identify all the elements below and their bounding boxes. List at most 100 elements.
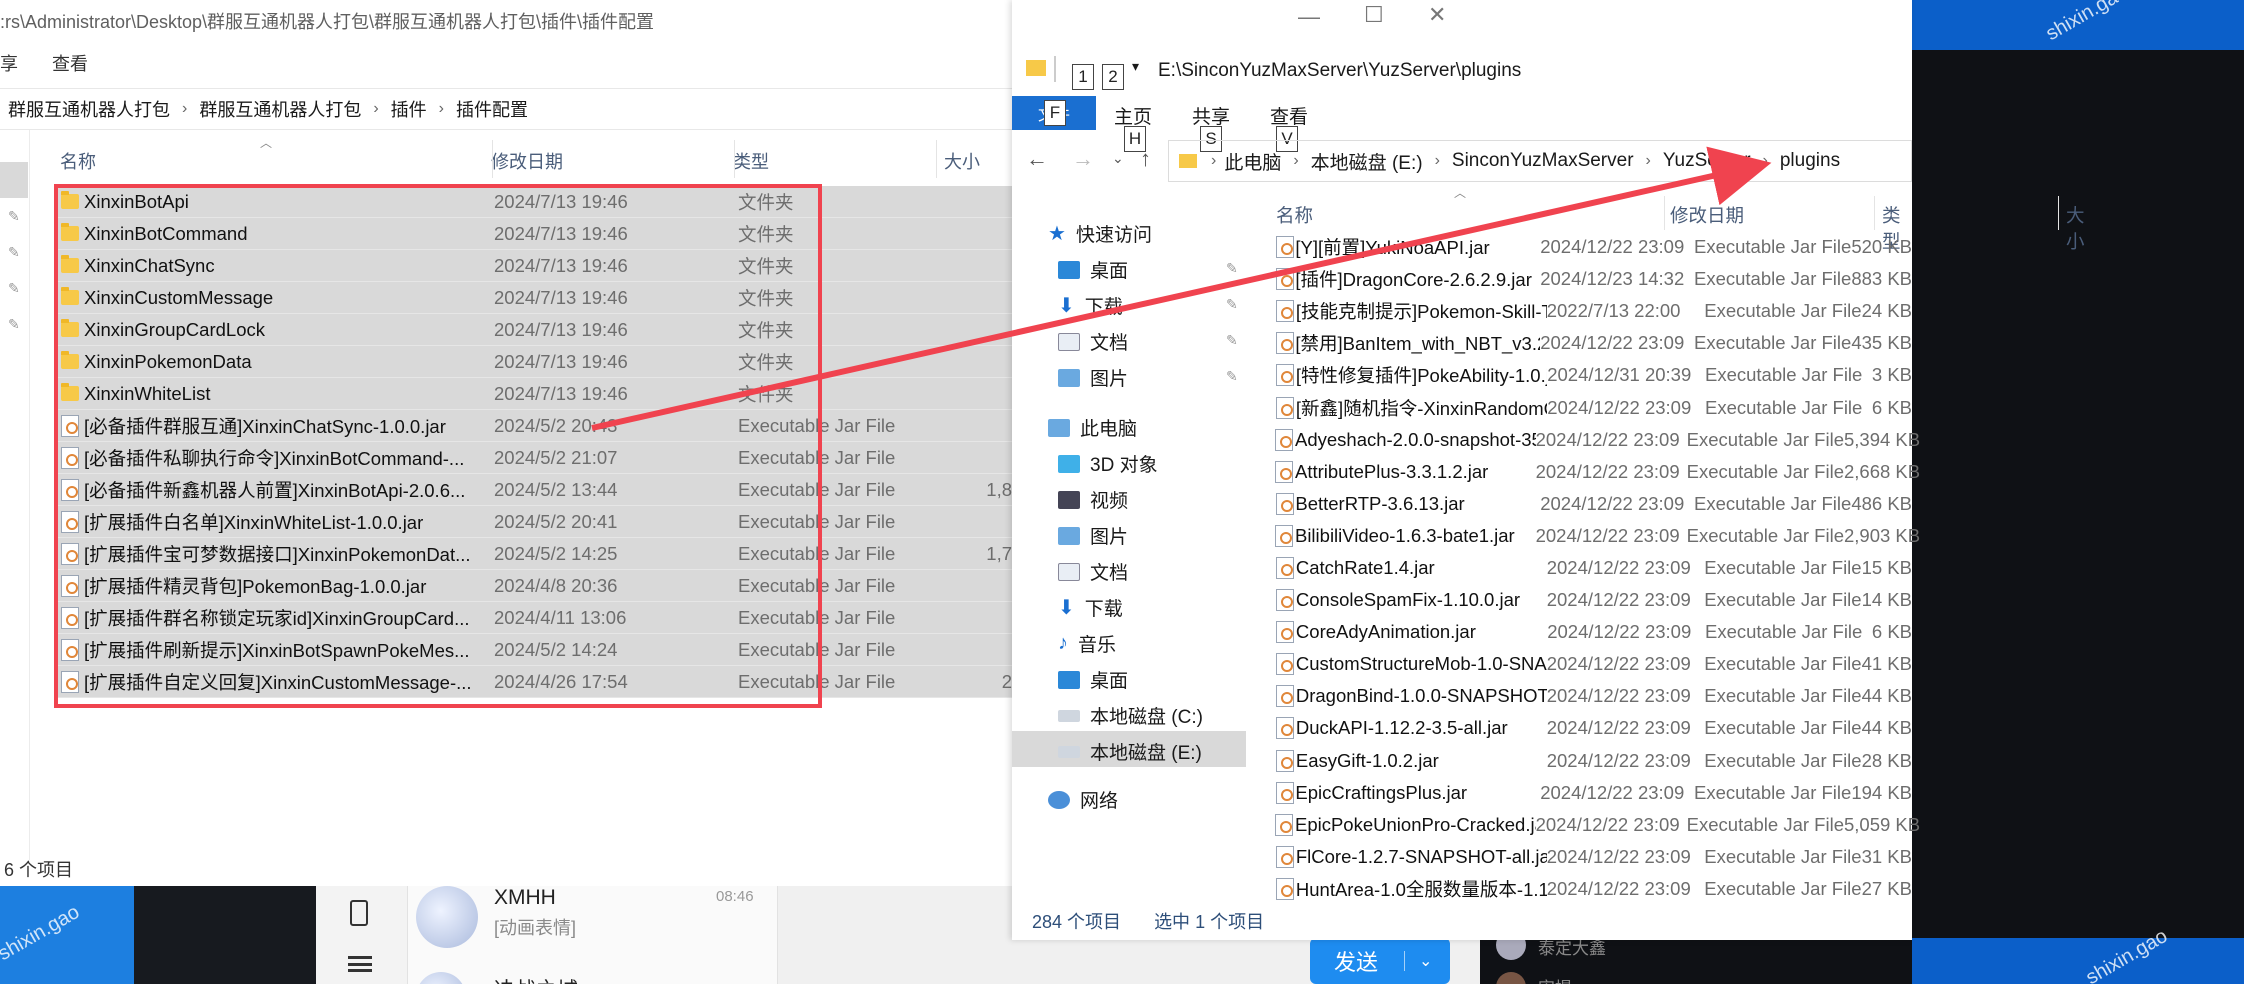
table-row[interactable]: [特性修复插件]PokeAbility-1.0.jar 2024/12/31 20… bbox=[1274, 359, 1912, 391]
tab-view[interactable]: 查看 bbox=[1270, 102, 1308, 129]
chevron-right-icon[interactable]: › bbox=[1293, 152, 1298, 170]
back-arrow-icon[interactable]: ← bbox=[1026, 146, 1048, 172]
send-button[interactable]: 发送 ⌄ bbox=[1310, 938, 1450, 984]
table-row[interactable]: [插件]DragonCore-2.6.2.9.jar 2024/12/23 14:… bbox=[1274, 263, 1912, 295]
column-header-type[interactable]: 类型 bbox=[733, 148, 769, 174]
nav-3d-objects[interactable]: 3D 对象 bbox=[1058, 450, 1158, 477]
column-header-size[interactable]: 大小 bbox=[2066, 202, 2085, 254]
table-row[interactable]: BilibiliVideo-1.6.3-bate1.jar 2024/12/22 … bbox=[1274, 520, 1920, 552]
maximize-icon[interactable]: ☐ bbox=[1364, 2, 1384, 28]
pin-icon[interactable]: ✎ bbox=[8, 244, 20, 261]
nav-drive-c[interactable]: 本地磁盘 (C:) bbox=[1058, 702, 1203, 729]
column-divider[interactable] bbox=[936, 140, 937, 178]
column-divider[interactable] bbox=[1664, 196, 1665, 230]
chevron-right-icon[interactable]: › bbox=[1211, 152, 1216, 170]
chevron-down-icon[interactable]: ▾ bbox=[1132, 58, 1139, 75]
file-name[interactable]: [Y][前置]YukiNoaAPI.jar bbox=[1295, 234, 1540, 260]
table-row[interactable]: BetterRTP-3.6.13.jar 2024/12/22 23:09 Exec… bbox=[1274, 488, 1912, 520]
table-row[interactable]: [Y][前置]YukiNoaAPI.jar 2024/12/22 23:09 Exe… bbox=[1274, 231, 1912, 263]
column-divider[interactable] bbox=[1874, 196, 1875, 230]
tab-share[interactable]: 共享 bbox=[1192, 102, 1230, 129]
file-name[interactable]: EpicPokeUnionPro-Cracked.jar bbox=[1295, 814, 1536, 836]
up-arrow-icon[interactable]: ↑ bbox=[1140, 146, 1151, 172]
file-name[interactable]: BilibiliVideo-1.6.3-bate1.jar bbox=[1295, 525, 1536, 547]
table-row[interactable]: AttributePlus-3.3.1.2.jar 2024/12/22 23:0… bbox=[1274, 456, 1920, 488]
nav-pictures[interactable]: 图片 bbox=[1058, 364, 1128, 391]
chevron-right-icon[interactable]: › bbox=[1763, 152, 1768, 170]
table-row[interactable]: EpicCraftingsPlus.jar 2024/12/22 23:09 Exe… bbox=[1274, 777, 1912, 809]
chevron-down-icon[interactable]: ⌄ bbox=[1112, 150, 1124, 167]
nav-desktop[interactable]: 桌面 bbox=[1058, 666, 1128, 693]
file-name[interactable]: [新鑫]随机指令-XinxinRandomConmm... bbox=[1296, 395, 1547, 421]
chevron-right-icon[interactable]: › bbox=[1435, 152, 1440, 170]
file-name[interactable]: CustomStructureMob-1.0-SNAPSHOT... bbox=[1296, 653, 1547, 675]
nav-videos[interactable]: 视频 bbox=[1058, 486, 1128, 513]
chevron-right-icon[interactable]: › bbox=[373, 100, 378, 118]
breadcrumb-item[interactable]: 群服互通机器人打包 bbox=[8, 96, 170, 122]
table-row[interactable]: [禁用]BanItem_with_NBT_v3.2.37.jar2024/12/… bbox=[1274, 327, 1912, 359]
nav-network[interactable]: 网络 bbox=[1048, 786, 1118, 813]
breadcrumb-item[interactable]: plugins bbox=[1780, 150, 1840, 172]
nav-documents[interactable]: 文档 bbox=[1058, 558, 1128, 585]
table-row[interactable]: FlCore-1.2.7-SNAPSHOT-all.jar 2024/12/22 … bbox=[1274, 841, 1912, 873]
breadcrumb-item[interactable]: 插件配置 bbox=[456, 96, 528, 122]
nav-documents[interactable]: 文档 bbox=[1058, 328, 1128, 355]
nav-pictures[interactable]: 图片 bbox=[1058, 522, 1128, 549]
table-row[interactable]: [新鑫]随机指令-XinxinRandomConmm...2024/12/22 … bbox=[1274, 391, 1912, 423]
column-header-date[interactable]: 修改日期 bbox=[491, 148, 563, 174]
address-bar[interactable]: › 此电脑 › 本地磁盘 (E:) › SinconYuzMaxServer ›… bbox=[1168, 140, 1912, 182]
avatar[interactable] bbox=[416, 972, 466, 984]
pin-icon[interactable]: ✎ bbox=[8, 208, 20, 225]
file-name[interactable]: DuckAPI-1.12.2-3.5-all.jar bbox=[1296, 717, 1547, 739]
column-header-size[interactable]: 大小 bbox=[944, 148, 980, 174]
left-nav-selected-item[interactable] bbox=[0, 162, 28, 198]
table-row[interactable]: Adyeshach-2.0.0-snapshot-35.jar2024/12/2… bbox=[1274, 424, 1920, 456]
chevron-right-icon[interactable]: › bbox=[182, 100, 187, 118]
file-name[interactable]: CatchRate1.4.jar bbox=[1296, 557, 1547, 579]
table-row[interactable]: DuckAPI-1.12.2-3.5-all.jar 2024/12/22 23:… bbox=[1274, 712, 1912, 744]
file-name[interactable]: [技能克制提示]Pokemon-Skill-Tips-1.1.... bbox=[1296, 298, 1547, 324]
breadcrumb[interactable]: 群服互通机器人打包 › 群服互通机器人打包 › 插件 › 插件配置 bbox=[0, 88, 1012, 130]
column-header-name[interactable]: 名称 bbox=[60, 148, 96, 174]
file-name[interactable]: [特性修复插件]PokeAbility-1.0.jar bbox=[1296, 362, 1547, 388]
contact-name[interactable]: XMHH bbox=[494, 886, 556, 910]
menu-icon[interactable] bbox=[348, 956, 372, 972]
nav-downloads[interactable]: ⬇ 下载 bbox=[1058, 594, 1123, 621]
close-icon[interactable]: ✕ bbox=[1428, 2, 1446, 28]
contact-name[interactable]: 决战之城 bbox=[494, 974, 578, 984]
minimize-icon[interactable]: — bbox=[1298, 4, 1320, 30]
column-header-date[interactable]: 修改日期 bbox=[1670, 202, 1744, 228]
table-row[interactable]: CoreAdyAnimation.jar 2024/12/22 23:09 Exec… bbox=[1274, 616, 1912, 648]
breadcrumb-item[interactable]: SinconYuzMaxServer bbox=[1452, 150, 1634, 172]
breadcrumb-item[interactable]: 群服互通机器人打包 bbox=[199, 96, 361, 122]
table-row[interactable]: ConsoleSpamFix-1.10.0.jar 2024/12/22 23:0… bbox=[1274, 584, 1912, 616]
ribbon-tab-view[interactable]: 查看 bbox=[52, 50, 88, 76]
column-divider[interactable] bbox=[492, 140, 493, 178]
table-row[interactable]: EpicPokeUnionPro-Cracked.jar 2024/12/22 2… bbox=[1274, 809, 1920, 841]
table-row[interactable]: CatchRate1.4.jar 2024/12/22 23:09 Executab… bbox=[1274, 552, 1912, 584]
chevron-right-icon[interactable]: › bbox=[439, 100, 444, 118]
pin-icon[interactable]: ✎ bbox=[1226, 260, 1238, 277]
file-name[interactable]: EpicCraftingsPlus.jar bbox=[1295, 782, 1540, 804]
column-divider[interactable] bbox=[2058, 196, 2059, 230]
pin-icon[interactable]: ✎ bbox=[1226, 368, 1238, 385]
phone-icon[interactable] bbox=[350, 900, 368, 926]
file-name[interactable]: AttributePlus-3.3.1.2.jar bbox=[1295, 461, 1536, 483]
file-name[interactable]: EasyGift-1.0.2.jar bbox=[1296, 750, 1547, 772]
forward-arrow-icon[interactable]: → bbox=[1072, 146, 1094, 172]
breadcrumb-item[interactable]: 此电脑 bbox=[1224, 148, 1281, 175]
pin-icon[interactable]: ✎ bbox=[8, 316, 20, 333]
breadcrumb-item[interactable]: 插件 bbox=[391, 96, 427, 122]
nav-this-pc[interactable]: 此电脑 bbox=[1048, 414, 1137, 441]
chevron-right-icon[interactable]: › bbox=[1646, 152, 1651, 170]
nav-downloads[interactable]: ⬇ 下载 bbox=[1058, 292, 1123, 319]
tab-home[interactable]: 主页 bbox=[1114, 102, 1152, 129]
file-name[interactable]: ConsoleSpamFix-1.10.0.jar bbox=[1296, 589, 1547, 611]
pin-icon[interactable]: ✎ bbox=[8, 280, 20, 297]
nav-desktop[interactable]: 桌面 bbox=[1058, 256, 1128, 283]
column-header-name[interactable]: 名称 bbox=[1276, 202, 1313, 228]
table-row[interactable]: DragonBind-1.0.0-SNAPSHOT.jar 2024/12/22 … bbox=[1274, 680, 1912, 712]
file-name[interactable]: BetterRTP-3.6.13.jar bbox=[1295, 493, 1540, 515]
nav-music[interactable]: ♪ 音乐 bbox=[1058, 630, 1116, 657]
file-name[interactable]: Adyeshach-2.0.0-snapshot-35.jar bbox=[1295, 429, 1536, 451]
